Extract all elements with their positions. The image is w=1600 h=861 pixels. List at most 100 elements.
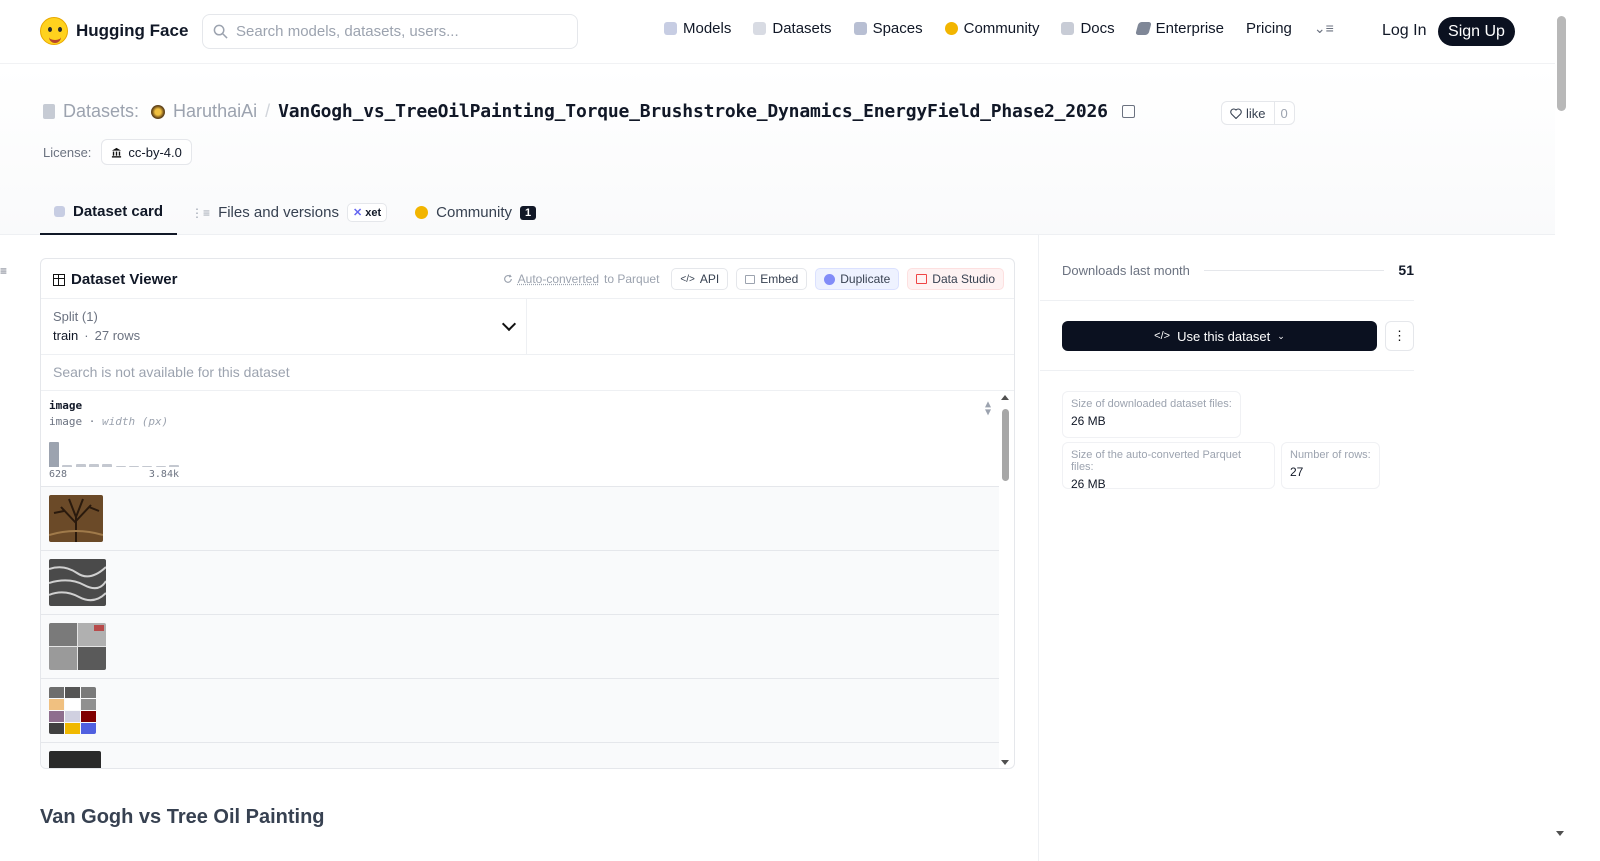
nav-enterprise[interactable]: Enterprise [1134, 20, 1224, 37]
nav-spaces-label: Spaces [872, 20, 923, 37]
page-scroll-down-icon[interactable] [1556, 831, 1564, 836]
duplicate-label: Duplicate [840, 272, 891, 286]
table-row[interactable] [41, 679, 999, 743]
data-studio-button[interactable]: Data Studio [907, 268, 1004, 290]
use-dataset-button[interactable]: </> Use this dataset ⌄ [1062, 321, 1377, 351]
api-button[interactable]: </> API [671, 268, 729, 290]
page-scroll-thumb[interactable] [1557, 16, 1566, 111]
nav-models[interactable]: Models [664, 20, 731, 37]
community-icon [944, 22, 958, 35]
nav-community[interactable]: Community [944, 20, 1039, 37]
downloads-stat: Downloads last month 51 [1062, 262, 1414, 278]
table-row[interactable] [41, 487, 999, 551]
painting-thumbnail-dark[interactable] [49, 751, 101, 769]
like-label: like [1246, 105, 1266, 121]
histogram-bar [142, 466, 153, 467]
tab-community[interactable]: Community 1 [401, 190, 550, 235]
stat-value: 27 [1290, 465, 1304, 479]
stat-label: Size of the auto-converted Parquet files… [1071, 449, 1241, 473]
duplicate-button[interactable]: Duplicate [815, 268, 900, 290]
owner-link[interactable]: HaruthaiAi [173, 101, 257, 122]
tab-dataset-card[interactable]: Dataset card [40, 190, 178, 235]
search-input[interactable] [236, 23, 556, 40]
dataset-viewer: Dataset Viewer Auto-converted to Parquet… [40, 258, 1015, 769]
table-row[interactable] [41, 743, 999, 769]
sidebar-divider [1040, 370, 1414, 371]
nav-pricing[interactable]: Pricing [1246, 20, 1292, 37]
downloads-sparkline [1203, 269, 1385, 271]
dataset-card-heading: Van Gogh vs Tree Oil Painting [40, 806, 325, 828]
top-navbar: Hugging Face Models Datasets Spaces Comm… [0, 0, 1555, 64]
column-type-name: image [49, 415, 83, 428]
book-icon [1061, 22, 1075, 35]
split-right-panel [527, 299, 1014, 355]
split-dot: · [84, 328, 89, 343]
community-icon [415, 206, 429, 219]
painting-thumbnail-tree[interactable] [49, 495, 103, 542]
split-selector[interactable]: Split (1) train · 27 rows [41, 299, 527, 355]
embed-button[interactable]: Embed [736, 268, 808, 290]
page-scrollbar[interactable] [1555, 0, 1570, 861]
tab-dataset-card-label: Dataset card [73, 203, 164, 220]
like-button[interactable]: like 0 [1221, 101, 1295, 125]
menu-icon[interactable]: ⌄≡ [1314, 20, 1334, 37]
database-icon [753, 22, 767, 35]
embed-icon [745, 274, 756, 284]
downloads-count: 51 [1398, 262, 1414, 278]
grid-icon [853, 22, 867, 35]
bank-icon [112, 147, 122, 158]
use-dataset-label: Use this dataset [1177, 328, 1271, 344]
scroll-thumb[interactable] [1002, 409, 1009, 481]
scroll-down-icon[interactable] [1001, 760, 1009, 765]
license-tag[interactable]: cc-by-4.0 [101, 139, 192, 165]
more-options-button[interactable]: ⋮ [1385, 321, 1414, 351]
refresh-icon [503, 274, 512, 283]
signup-button[interactable]: Sign Up [1438, 17, 1515, 46]
split-rows: 27 rows [94, 328, 141, 343]
brand-link[interactable]: Hugging Face [40, 17, 188, 45]
sidebar-toggle-icon[interactable]: ≡ [0, 264, 7, 278]
scroll-up-icon[interactable] [1001, 395, 1009, 400]
community-count: 1 [520, 205, 537, 220]
section-label[interactable]: Datasets: [63, 101, 139, 122]
tab-community-label: Community [436, 204, 512, 221]
column-header-image[interactable]: image image · width (px) 628 3.84k ▲ ▼ [41, 391, 999, 487]
nav-spaces[interactable]: Spaces [853, 20, 923, 37]
downloads-label: Downloads last month [1062, 262, 1190, 278]
like-main[interactable]: like [1222, 102, 1275, 124]
auto-converted-note[interactable]: Auto-converted to Parquet [503, 272, 659, 286]
api-label: API [699, 272, 720, 286]
histogram-axis: 628 3.84k [49, 469, 179, 480]
chevron-down-icon: ⌄ [1277, 330, 1285, 341]
color-swatch-thumbnail[interactable] [49, 687, 96, 734]
painting-thumbnail-grid[interactable] [49, 623, 106, 670]
stat-label: Number of rows: [1290, 449, 1371, 461]
histogram-bar [62, 464, 73, 467]
histogram-bar [102, 463, 113, 467]
tab-files[interactable]: ⋮≡ Files and versions ✕ xet [177, 190, 401, 235]
repo-name[interactable]: VanGogh_vs_TreeOilPainting_Torque_Brushs… [278, 101, 1108, 122]
painting-thumbnail-bw[interactable] [49, 559, 106, 606]
kebab-icon: ⋮ [1393, 328, 1406, 343]
stat-label: Size of downloaded dataset files: [1071, 398, 1232, 410]
nav-datasets[interactable]: Datasets [753, 20, 832, 37]
viewer-scrollbar[interactable] [1001, 393, 1010, 765]
table-row[interactable] [41, 615, 999, 679]
sort-icon[interactable]: ▲ ▼ [985, 400, 991, 418]
width-histogram [49, 441, 179, 467]
histogram-bar [115, 466, 126, 467]
owner-avatar[interactable] [151, 104, 166, 119]
heart-icon [1230, 107, 1242, 119]
histogram-bar [75, 463, 86, 467]
auto-converted-link[interactable]: Auto-converted [518, 272, 599, 286]
split-value: train · 27 rows [53, 328, 514, 343]
stat-value: 26 MB [1071, 477, 1106, 491]
data-studio-icon [916, 274, 928, 284]
repo-title-row: Datasets: HaruthaiAi / VanGogh_vs_TreeOi… [43, 101, 1135, 122]
login-link[interactable]: Log In [1382, 22, 1426, 40]
data-studio-label: Data Studio [932, 272, 995, 286]
stat-value: 26 MB [1071, 414, 1106, 428]
nav-docs[interactable]: Docs [1061, 20, 1115, 37]
table-row[interactable] [41, 551, 999, 615]
copy-icon[interactable] [1121, 105, 1135, 118]
